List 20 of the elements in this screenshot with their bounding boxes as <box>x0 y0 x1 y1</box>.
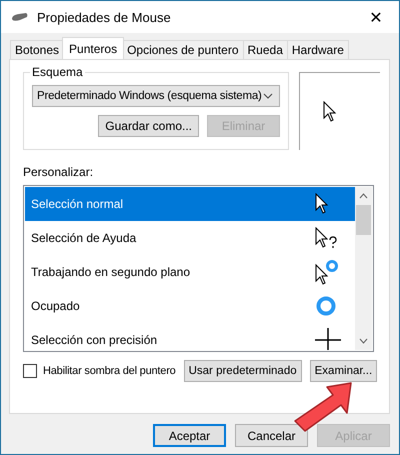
list-item[interactable]: Selección de Ayuda <box>25 221 355 255</box>
tab[interactable]: Opciones de puntero <box>122 40 244 59</box>
list-item[interactable]: Selección con precisión <box>25 323 355 350</box>
list-item[interactable]: Ocupado <box>25 289 355 323</box>
dialog-button[interactable]: Aceptar <box>153 424 226 447</box>
dialog-button[interactable]: Cancelar <box>235 424 308 447</box>
tab[interactable]: Botones <box>10 40 64 59</box>
pointer-button[interactable]: Examinar... <box>310 360 378 382</box>
list-item[interactable]: Selección normal <box>25 187 355 221</box>
scheme-button[interactable]: Guardar como... <box>98 115 199 137</box>
close-button[interactable]: ✕ <box>353 1 399 33</box>
tab[interactable]: Punteros <box>62 37 124 59</box>
pointer-button[interactable]: Usar predeterminado <box>184 360 302 382</box>
list-item[interactable]: Trabajando en segundo plano <box>25 255 355 289</box>
list-label: Personalizar: <box>23 165 94 179</box>
tab[interactable]: Hardware <box>286 40 349 59</box>
scheme-dropdown[interactable]: Predeterminado Windows (esquema sistema) <box>32 85 280 107</box>
group-label: Esquema <box>30 65 85 79</box>
checkbox-label[interactable]: Habilitar sombra del puntero <box>43 365 176 377</box>
window-title: Propiedades de Mouse <box>37 10 172 24</box>
